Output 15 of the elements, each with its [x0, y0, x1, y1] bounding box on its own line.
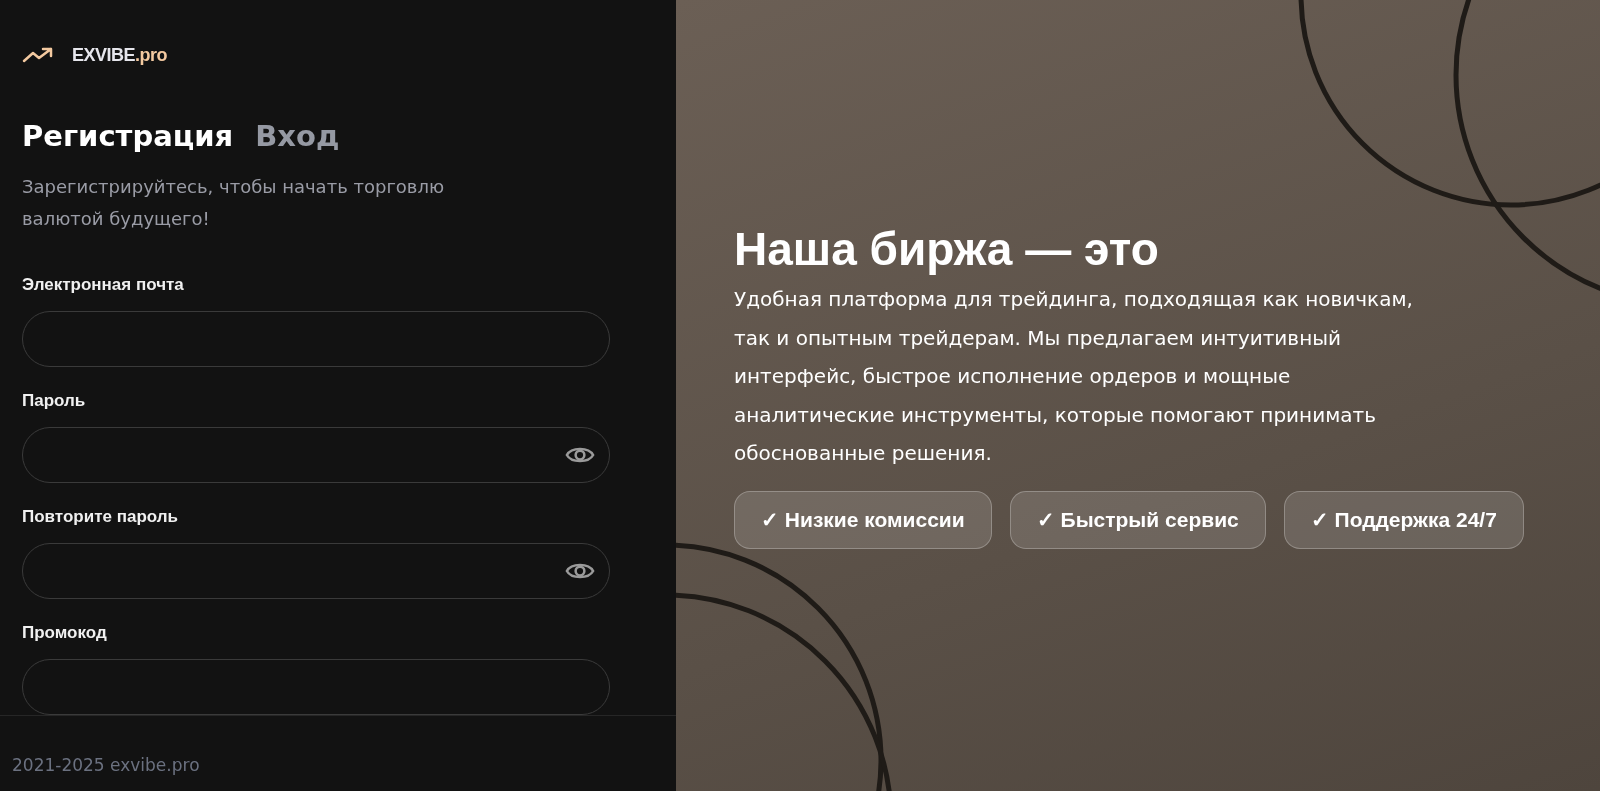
trend-up-icon: [22, 46, 54, 64]
field-label: Пароль: [22, 391, 87, 411]
tab[interactable]: Вход: [255, 119, 340, 153]
field-label: Электронная почта: [22, 275, 185, 295]
field-label: Промокод: [22, 623, 108, 643]
logo-text[interactable]: EXVIBE.pro: [72, 44, 168, 66]
tab[interactable]: Регистрация: [22, 119, 234, 153]
feature-badge: ✓ Быстрый сервис: [1009, 490, 1266, 549]
feature-badge: ✓ Низкие комиссии: [734, 490, 992, 549]
copyright-text: 2021-2025 exvibe.pro: [12, 755, 200, 775]
field-label: Повторите пароль: [22, 507, 179, 527]
hero-title: Наша биржа — это: [734, 222, 1160, 276]
subtitle: Зарегистрируйтесь, чтобы начать торговлю валютой будущего!: [22, 175, 446, 231]
feature-badge: ✓ Поддержка 24/7: [1283, 490, 1524, 549]
hero-text: Удобная платформа для трейдинга, подходящая как новичкам, так и опытным трейдерам. Мы предлагаем интуитивный интерфейс, быстрое исполнение ордеров и мощные аналитические инструменты, которые помогают принимать обоснованные решения.: [734, 286, 1414, 467]
